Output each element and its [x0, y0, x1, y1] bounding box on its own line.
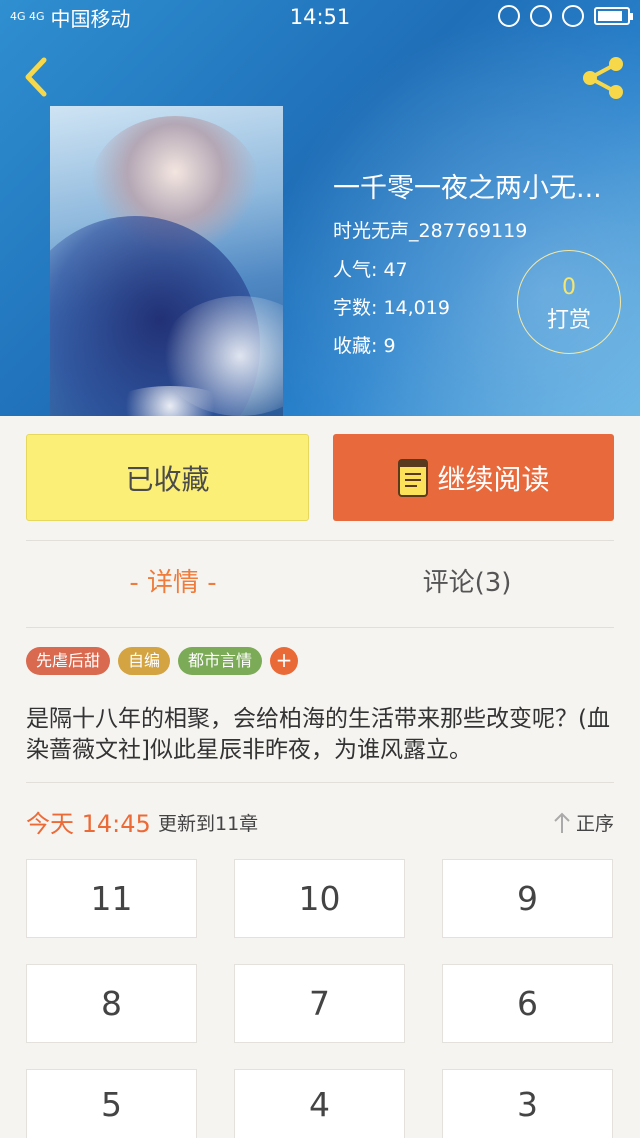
book-cover-image [50, 106, 283, 416]
chapter-button[interactable]: 6 [442, 964, 613, 1043]
book-popularity: 人气: 47 [333, 259, 408, 281]
chapter-button[interactable]: 10 [234, 859, 405, 938]
divider [26, 782, 614, 783]
sort-button[interactable]: 正序 [554, 809, 614, 836]
book-author[interactable]: 时光无声_287769119 [333, 216, 527, 243]
divider [26, 627, 614, 628]
chapter-button[interactable]: 8 [26, 964, 197, 1043]
continue-reading-label: 继续阅读 [437, 462, 550, 496]
battery-icon [594, 7, 633, 25]
book-icon [398, 458, 429, 497]
tab-comments[interactable]: 评论(3) [320, 562, 614, 610]
collected-button-label: 已收藏 [125, 462, 210, 496]
update-time: 今天 14:45 [26, 810, 151, 838]
tag-list: 先虐后甜 自编 都市言情 + [26, 647, 299, 675]
continue-reading-button[interactable]: 继续阅读 [333, 434, 614, 521]
add-tag-button[interactable]: + [270, 647, 299, 675]
status-bar: 4G 4G 中国移动 14:51 [0, 0, 640, 34]
update-text: 更新到11章 [158, 813, 259, 835]
hd-call-icon [562, 5, 584, 27]
status-icons [498, 5, 633, 27]
chapter-button[interactable]: 11 [26, 859, 197, 938]
chapter-button[interactable]: 3 [442, 1069, 613, 1138]
book-header: 4G 4G 中国移动 14:51 一千零一夜之两小无... 时光无声_28776… [0, 0, 640, 416]
reward-button[interactable]: 0 打赏 [517, 250, 621, 354]
chapter-button[interactable]: 9 [442, 859, 613, 938]
tab-detail[interactable]: - 详情 - [26, 562, 320, 610]
tag-item[interactable]: 自编 [118, 647, 171, 675]
share-icon [583, 57, 623, 99]
book-title: 一千零一夜之两小无... [333, 173, 602, 204]
sort-label: 正序 [575, 813, 614, 835]
divider [26, 540, 614, 541]
share-button[interactable] [578, 52, 630, 104]
alarm-icon [530, 5, 552, 27]
tag-item[interactable]: 都市言情 [178, 647, 263, 675]
update-info: 今天 14:45 更新到11章 正序 [26, 804, 614, 840]
reward-label: 打赏 [546, 308, 591, 333]
collected-button[interactable]: 已收藏 [26, 434, 309, 521]
reward-count: 0 [562, 275, 576, 300]
tag-item[interactable]: 先虐后甜 [26, 647, 111, 675]
book-description: 是隔十八年的相聚，会给柏海的生活带来那些改变呢？(血染蔷薇文社]似此星辰非昨夜，… [26, 706, 610, 763]
book-favorites: 收藏: 9 [333, 335, 396, 357]
headset-icon [498, 5, 520, 27]
chevron-left-icon [25, 57, 47, 97]
book-word-count: 字数: 14,019 [333, 297, 450, 319]
chapter-button[interactable]: 7 [234, 964, 405, 1043]
chapter-button[interactable]: 5 [26, 1069, 197, 1138]
chapter-button[interactable]: 4 [234, 1069, 405, 1138]
arrow-up-icon [554, 812, 570, 833]
back-button[interactable] [14, 52, 64, 102]
